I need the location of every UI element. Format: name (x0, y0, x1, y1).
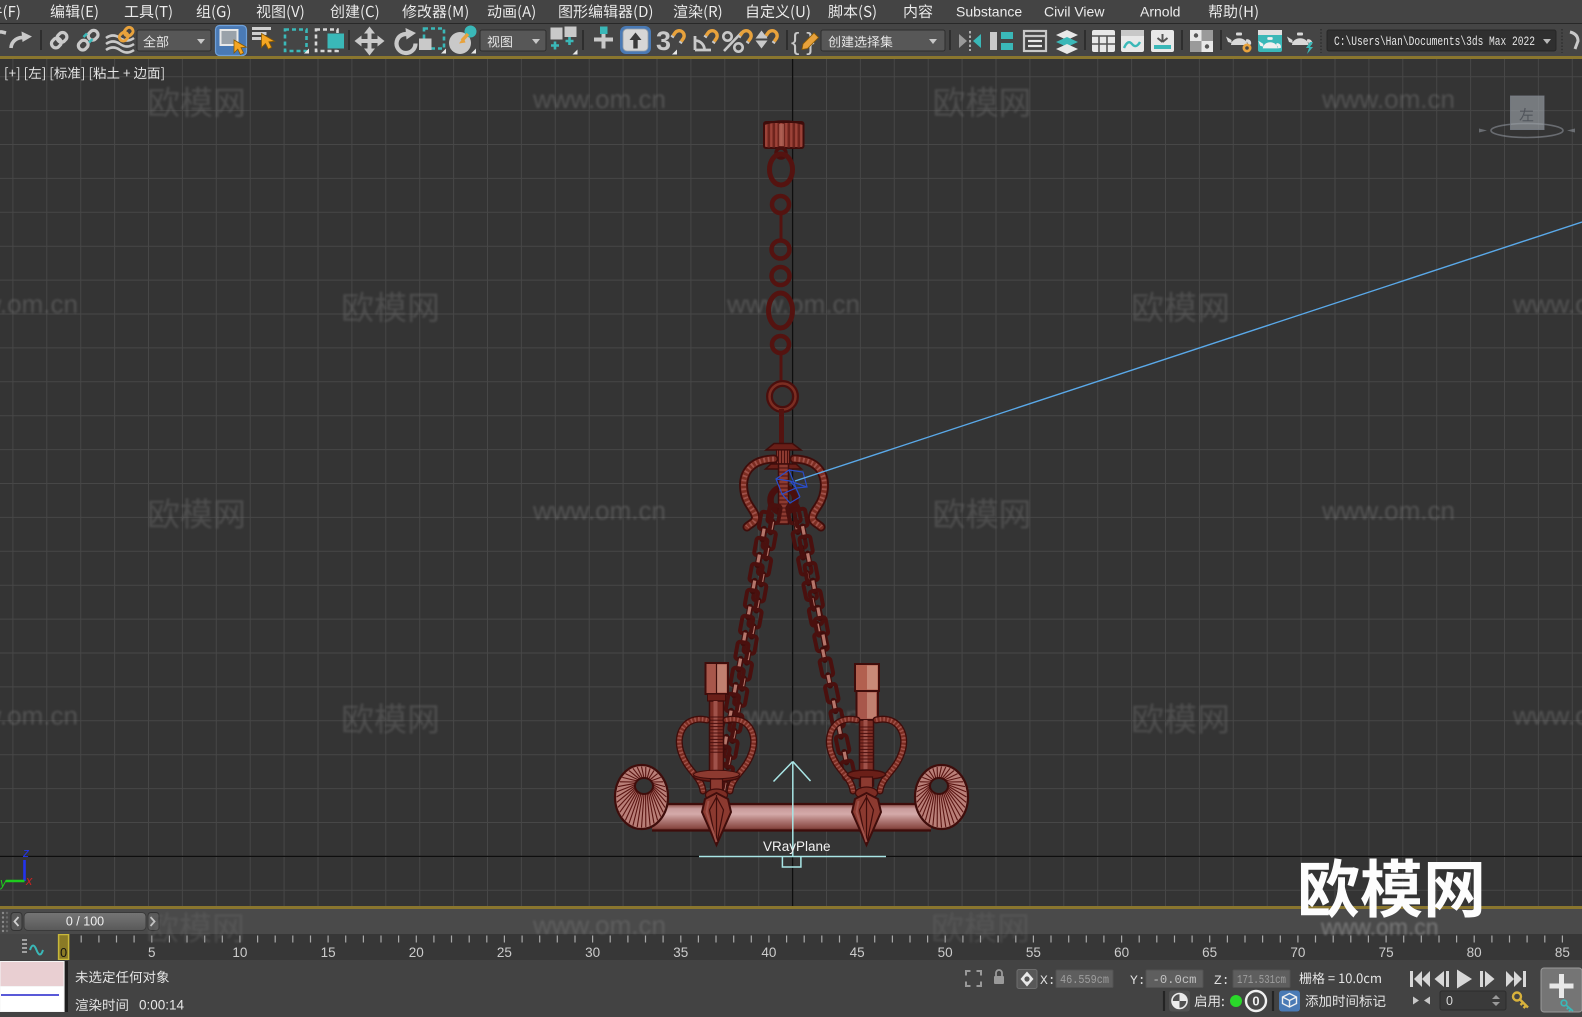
svg-text:www.om.cn: www.om.cn (0, 701, 78, 731)
svg-text:50: 50 (938, 945, 953, 960)
svg-text:30: 30 (585, 945, 600, 960)
svg-text:x: x (25, 874, 33, 888)
svg-text:0: 0 (1446, 994, 1453, 1008)
svg-text:X:: X: (1040, 973, 1056, 988)
svg-text:Substance: Substance (956, 4, 1022, 20)
svg-text:www.om.cn: www.om.cn (1512, 289, 1582, 319)
svg-text:VRayPlane: VRayPlane (763, 839, 831, 854)
svg-text:15: 15 (321, 945, 336, 960)
svg-text:10: 10 (232, 945, 247, 960)
svg-text:C:\Users\Han\Documents\3ds Max: C:\Users\Han\Documents\3ds Max 2022 (1334, 35, 1535, 49)
svg-text:55: 55 (1026, 945, 1041, 960)
svg-text:www.om.cn: www.om.cn (1321, 84, 1455, 114)
svg-text:65: 65 (1202, 945, 1217, 960)
svg-text:25: 25 (497, 945, 512, 960)
svg-text:80: 80 (1467, 945, 1482, 960)
svg-text:46.559cm: 46.559cm (1060, 973, 1109, 987)
svg-text:171.531cm: 171.531cm (1237, 973, 1286, 987)
svg-text:Y:: Y: (1130, 973, 1146, 988)
svg-text:www.om.cn: www.om.cn (1512, 701, 1582, 731)
svg-text:Arnold: Arnold (1140, 4, 1180, 20)
svg-text:0:00:14: 0:00:14 (139, 998, 185, 1013)
svg-text:5: 5 (148, 945, 156, 960)
svg-text:0: 0 (1252, 994, 1259, 1009)
svg-text:Civil View: Civil View (1044, 4, 1105, 20)
svg-text:35: 35 (673, 945, 688, 960)
svg-text:www.om.cn: www.om.cn (1321, 496, 1455, 526)
svg-text:0 / 100: 0 / 100 (66, 915, 104, 929)
svg-text:70: 70 (1290, 945, 1305, 960)
svg-text:20: 20 (409, 945, 424, 960)
svg-text:www.om.cn: www.om.cn (0, 289, 78, 319)
svg-text:y: y (0, 876, 7, 890)
svg-text:www.om.cn: www.om.cn (532, 496, 666, 526)
svg-text:85: 85 (1555, 945, 1570, 960)
svg-text:3: 3 (656, 26, 671, 56)
svg-text:0: 0 (60, 946, 67, 960)
svg-text:60: 60 (1114, 945, 1129, 960)
svg-text:45: 45 (850, 945, 865, 960)
svg-text:www.om.cn: www.om.cn (532, 84, 666, 114)
svg-text:75: 75 (1379, 945, 1394, 960)
svg-text:Z:: Z: (1214, 973, 1230, 988)
svg-text:-0.0cm: -0.0cm (1153, 973, 1197, 987)
svg-text:z: z (22, 846, 30, 860)
svg-text:40: 40 (761, 945, 776, 960)
